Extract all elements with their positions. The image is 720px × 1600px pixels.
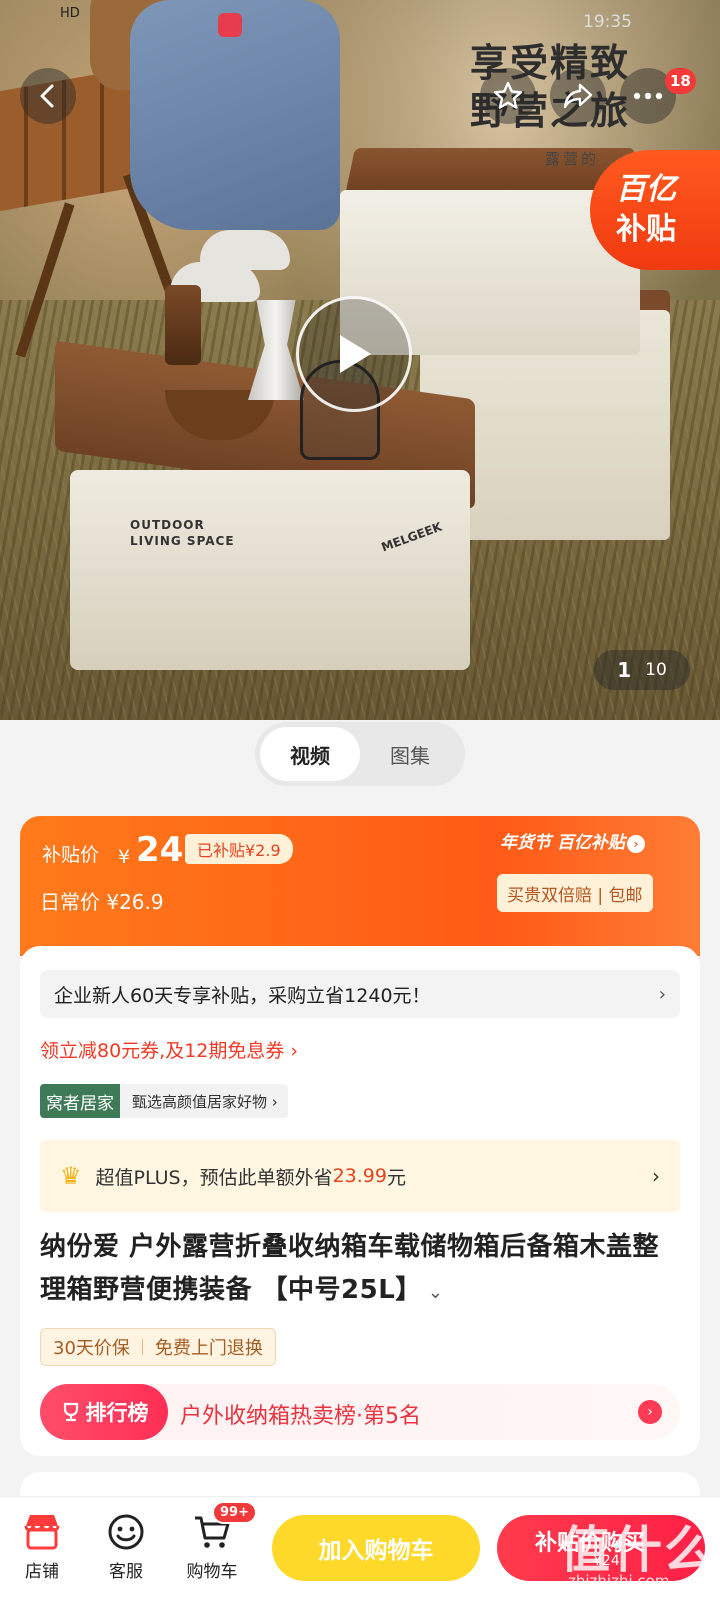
storage-box-front: [70, 470, 470, 670]
back-button[interactable]: [20, 68, 76, 124]
image-pager: 1 10: [594, 650, 690, 690]
product-detail-page: OUTDOOR LIVING SPACE MELGEEK 享受精致 野营之旅 露…: [0, 0, 720, 1600]
box-printed-text: OUTDOOR LIVING SPACE: [130, 518, 235, 548]
status-app-icon: [218, 13, 242, 37]
subsidy-tag-line1: 百亿: [616, 172, 676, 207]
status-bar: HD 19:35: [0, 0, 720, 40]
tab-gallery[interactable]: 图集: [360, 727, 460, 781]
nav-shop[interactable]: 店铺: [2, 1509, 82, 1582]
price-currency: ¥: [118, 846, 131, 868]
status-hd-label: HD: [60, 6, 80, 21]
hero-subline: 露营的: [545, 150, 600, 168]
chevron-down-icon[interactable]: ⌄: [428, 1282, 444, 1303]
crown-icon: ♛: [60, 1162, 82, 1190]
product-title-text: 纳份爱 户外露营折叠收纳箱车载储物箱后备箱木盖整理箱野营便携装备 【中号25L】: [40, 1232, 660, 1305]
store-tag-text: 甄选高颜值居家好物 ›: [132, 1092, 278, 1111]
plus-savings-suffix: 元: [387, 1166, 407, 1189]
free-return-label: 免费上门退换: [154, 1338, 263, 1359]
star-icon: [493, 81, 523, 109]
ranking-text: 户外收纳箱热卖榜·第5名: [180, 1404, 421, 1429]
smiley-icon: [108, 1514, 144, 1550]
pager-current: 1: [617, 658, 632, 682]
store-tag-row[interactable]: 窝者居家 甄选高颜值居家好物 ›: [40, 1084, 288, 1118]
ranking-label: 排行榜: [85, 1401, 149, 1425]
add-to-cart-button[interactable]: 加入购物车: [272, 1515, 480, 1581]
notification-badge: 18: [665, 68, 696, 94]
plus-savings-prefix: 超值PLUS，预估此单额外省: [95, 1166, 333, 1189]
nav-cart-label: 购物车: [186, 1562, 238, 1582]
plus-savings-row[interactable]: ♛ 超值PLUS，预估此单额外省 23.99 元 ›: [40, 1140, 680, 1212]
guarantee-badge[interactable]: 买贵双倍赔 | 包邮: [497, 874, 653, 912]
cart-count-badge: 99+: [212, 1501, 257, 1524]
enterprise-promo-row[interactable]: 企业新人60天专享补贴，采购立省1240元！ ›: [40, 970, 680, 1018]
subsidy-amount-badge: 已补贴¥2.9: [185, 834, 293, 864]
billion-subsidy-link[interactable]: 年货节 百亿补贴 ›: [500, 828, 645, 853]
chevron-right-icon: ›: [626, 835, 645, 853]
store-tag: 窝者居家: [40, 1084, 120, 1118]
plus-savings-amount: 23.99: [332, 1165, 387, 1187]
coupon-link[interactable]: 领立减80元券,及12期免息券 ›: [40, 1036, 298, 1063]
brand-label: 年货节 百亿补贴: [500, 833, 625, 853]
subsidy-tag-line2: 补贴: [616, 212, 676, 247]
product-title[interactable]: 纳份爱 户外露营折叠收纳箱车载储物箱后备箱木盖整理箱野营便携装备 【中号25L】…: [40, 1226, 680, 1314]
trophy-icon: [63, 1402, 78, 1422]
chevron-right-icon: ›: [652, 1164, 660, 1188]
media-toggle: 视频 图集: [255, 722, 465, 786]
price-banner: 补贴价 ¥ 24 已补贴¥2.9 日常价 ¥26.9 年货节 百亿补贴 › 买贵双…: [20, 816, 700, 956]
favorite-button[interactable]: [480, 68, 536, 124]
tab-video[interactable]: 视频: [260, 727, 360, 781]
play-icon: [340, 335, 371, 373]
billion-subsidy-tag[interactable]: 百亿 补贴: [590, 150, 720, 270]
chevron-right-icon: ›: [638, 1400, 662, 1424]
ranking-row[interactable]: 排行榜 户外收纳箱热卖榜·第5名 ›: [40, 1384, 680, 1440]
product-info-card: 企业新人60天专享补贴，采购立省1240元！ › 领立减80元券,及12期免息券…: [20, 946, 700, 1456]
coffee-grinder: [165, 285, 201, 365]
pager-total: 10: [645, 660, 667, 680]
nav-service-label: 客服: [109, 1562, 143, 1582]
subsidy-price-value: 24: [136, 830, 184, 870]
service-assurance[interactable]: 30天价保 免费上门退换: [40, 1328, 276, 1366]
chevron-left-icon: [40, 84, 54, 108]
nav-shop-label: 店铺: [25, 1562, 59, 1582]
video-play-button[interactable]: [296, 296, 412, 412]
nav-service[interactable]: 客服: [86, 1509, 166, 1582]
chevron-right-icon: ›: [658, 983, 666, 1005]
watermark-url: zhizhizhi.com: [568, 1572, 670, 1590]
status-time: 19:35: [583, 12, 632, 32]
subsidy-price-label: 补贴价: [42, 844, 100, 866]
more-dots-icon: [633, 92, 663, 100]
nav-cart[interactable]: 99+ 购物车: [172, 1501, 257, 1582]
enterprise-promo-text: 企业新人60天专享补贴，采购立省1240元！: [54, 984, 431, 1007]
price-protect-label: 30天价保: [53, 1338, 130, 1359]
daily-price: 日常价 ¥26.9: [40, 890, 164, 914]
ranking-pill: 排行榜: [40, 1384, 168, 1440]
share-icon: [563, 83, 593, 109]
shop-icon: [24, 1515, 60, 1550]
share-button[interactable]: [550, 68, 606, 124]
